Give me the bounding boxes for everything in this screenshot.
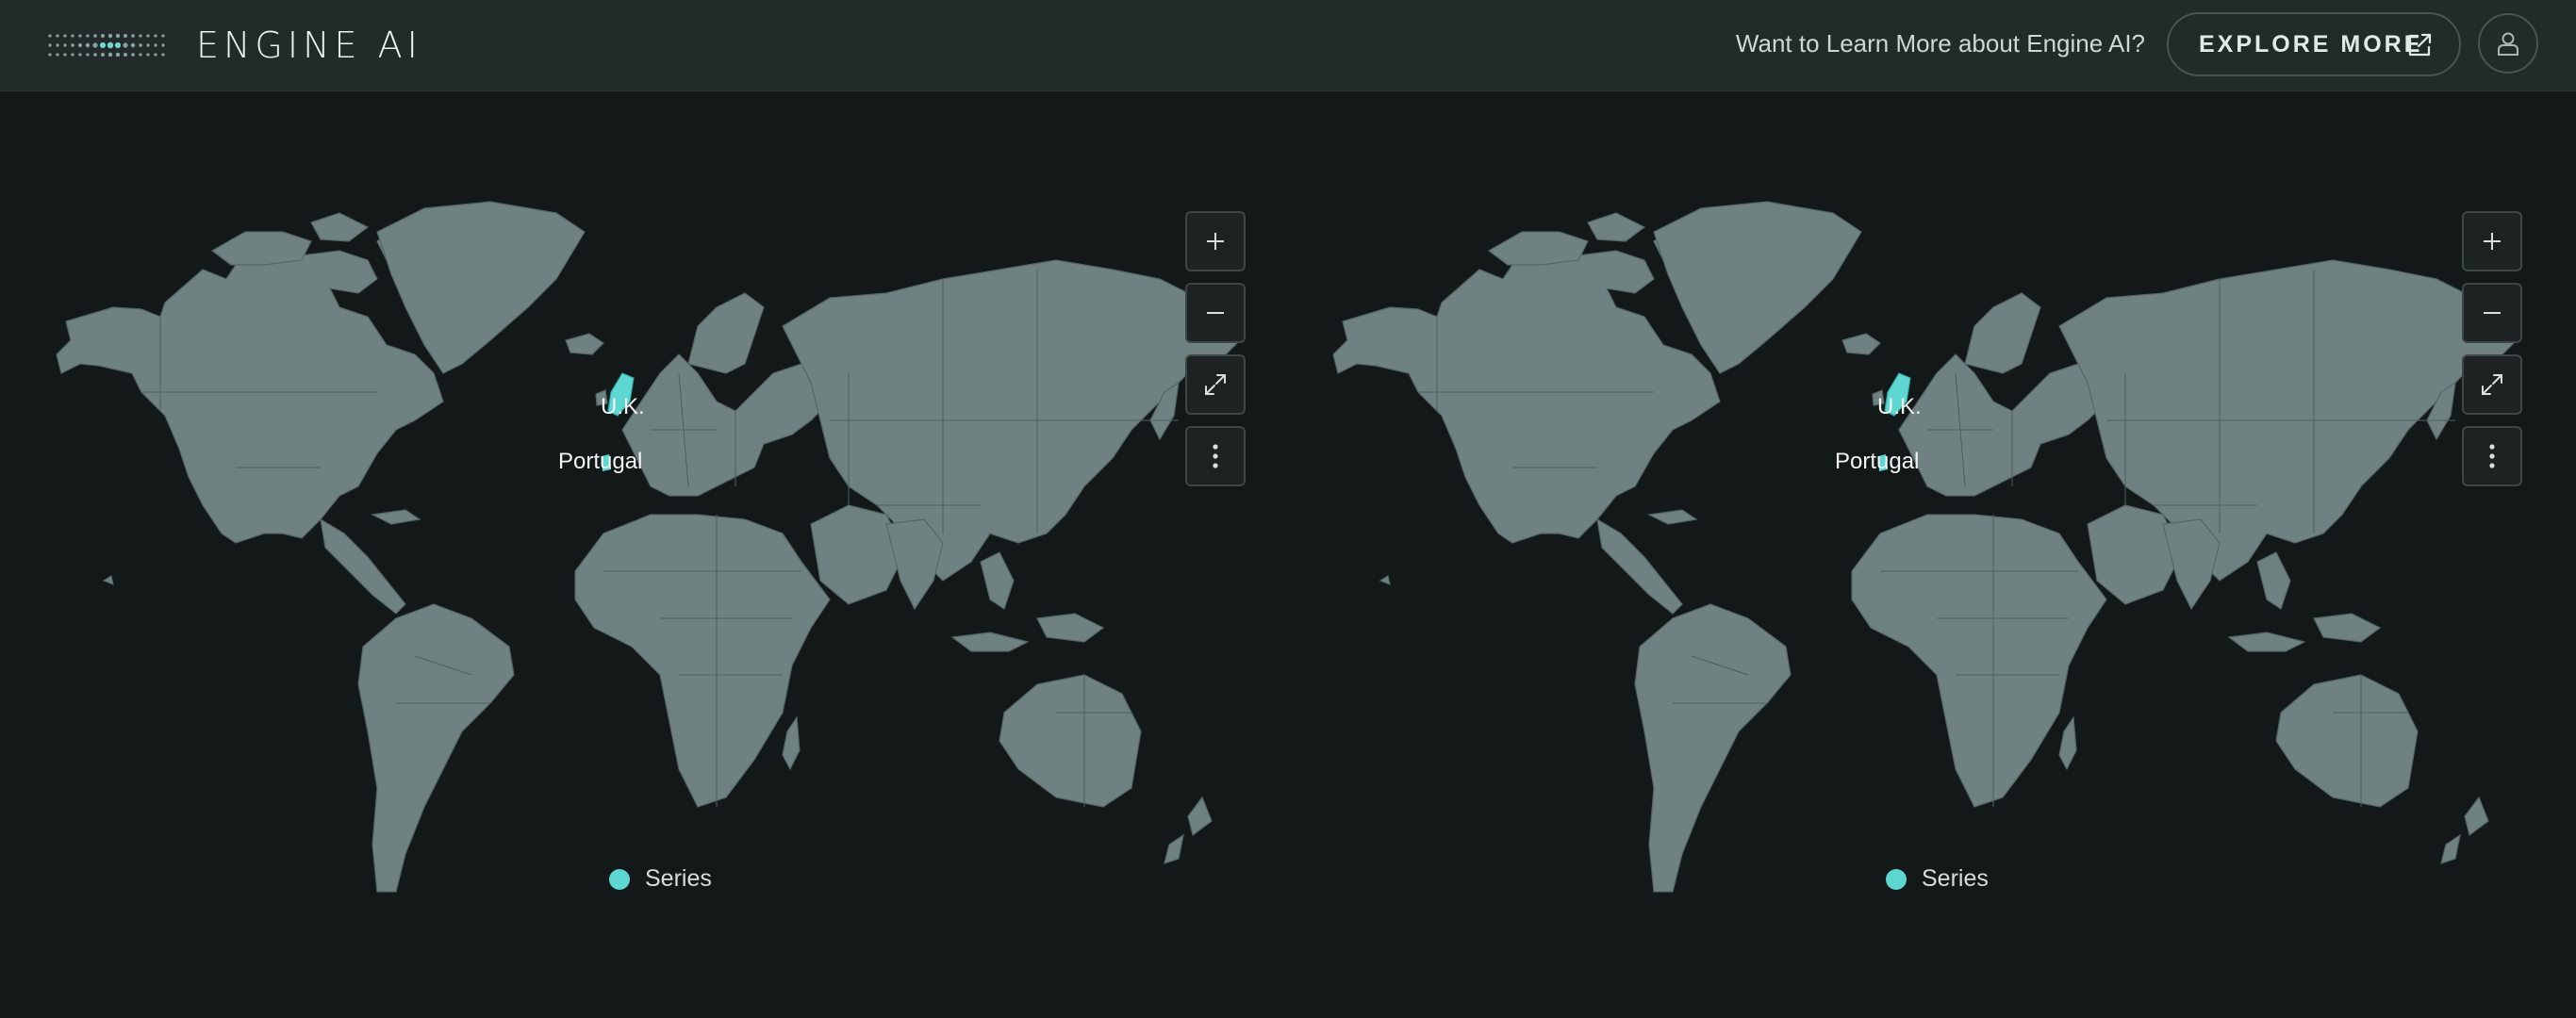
top-header: ENGINE AI Want to Learn More about Engin… [0, 0, 2576, 91]
plus-icon [2484, 233, 2501, 250]
map-label-portugal: Portugal [558, 449, 643, 474]
expand-icon [1205, 374, 1226, 395]
external-link-icon [2408, 33, 2432, 57]
map-label-portugal: Portugal [1835, 449, 1920, 474]
plus-icon [1207, 233, 1224, 250]
map-legend[interactable]: Series [1886, 865, 1989, 893]
user-icon [2498, 32, 2518, 56]
zoom-in-button[interactable] [1185, 211, 1246, 271]
promo-text: Want to Learn More about Engine AI? [1735, 29, 2145, 57]
fullscreen-button[interactable] [1185, 354, 1246, 415]
more-vertical-icon [2489, 444, 2495, 468]
zoom-out-button[interactable] [1185, 283, 1246, 343]
zoom-out-button[interactable] [2462, 283, 2522, 343]
brand-name: ENGINE AI [196, 25, 422, 66]
map-label-uk: U.K. [1877, 394, 1922, 419]
zoom-in-button[interactable] [2462, 211, 2522, 271]
minus-icon [1207, 312, 1224, 314]
more-options-button[interactable] [2462, 426, 2522, 486]
explore-more-button[interactable]: EXPLORE MORE [2167, 12, 2461, 76]
expand-icon [2482, 374, 2502, 395]
legend-label: Series [1922, 865, 1989, 892]
fullscreen-button[interactable] [2462, 354, 2522, 415]
more-options-button[interactable] [1185, 426, 1246, 486]
map-label-uk: U.K. [601, 394, 645, 419]
brand-logo[interactable]: ENGINE AI [47, 25, 422, 66]
logo-dots-icon [48, 33, 165, 57]
map-panel-left: U.K. Portugal Series [0, 90, 1288, 1018]
more-vertical-icon [1213, 444, 1218, 468]
map-panel-right: U.K. Portugal Series [1277, 90, 2565, 1018]
minus-icon [2484, 312, 2501, 314]
legend-dot-icon [609, 868, 630, 890]
legend-label: Series [645, 865, 712, 892]
user-avatar-button[interactable] [2478, 13, 2538, 74]
explore-more-label: EXPLORE MORE [2199, 30, 2423, 57]
legend-dot-icon [1886, 868, 1907, 890]
map-legend[interactable]: Series [609, 865, 712, 893]
